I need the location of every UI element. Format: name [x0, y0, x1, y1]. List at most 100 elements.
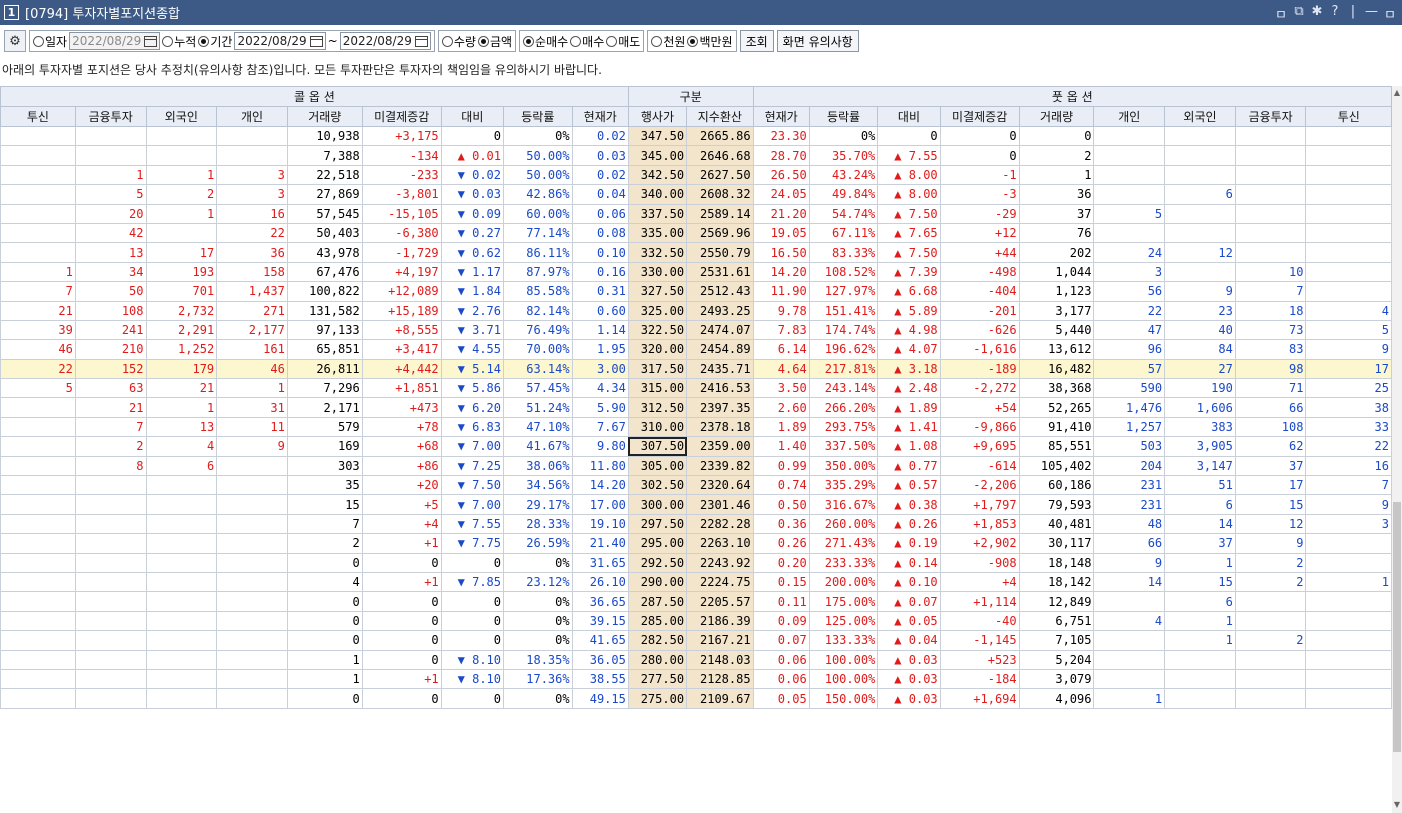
calendar-icon[interactable]: [309, 35, 323, 47]
table-row[interactable]: 0 0 0 0% 41.65 282.50 2167.21 0.07 133.33% ▲ 0.04…: [0, 630, 1392, 651]
table-cell: 47.10%: [503, 416, 573, 438]
table-row[interactable]: 7,388 -134 ▲ 0.01 50.00% 0.03 345.00 2646.68 28…: [0, 145, 1392, 166]
column-header[interactable]: 지수환산: [686, 106, 754, 127]
radio-period[interactable]: 기간: [198, 33, 232, 50]
table-row[interactable]: 10,938 +3,175 0 0% 0.02 347.50 2665.86 23.30 0% 0…: [0, 125, 1392, 147]
table-row[interactable]: 13 17 36 43,978 -1,729 ▼ 0.62 86.11% 0.10 332.50…: [0, 242, 1392, 263]
column-header[interactable]: 개인: [216, 106, 288, 127]
column-header[interactable]: 대비: [877, 106, 941, 127]
radio-amount[interactable]: 금액: [477, 33, 512, 50]
scroll-down-icon[interactable]: ▼: [1392, 800, 1402, 809]
table-row[interactable]: 2 +1 ▼ 7.75 26.59% 21.40 295.00 2263.10 0.26 271…: [0, 533, 1392, 554]
column-header[interactable]: 금융투자: [74, 106, 147, 127]
table-row[interactable]: 39 241 2,291 2,177 97,133 +8,555 ▼ 3.71 76.49% 1…: [0, 319, 1392, 341]
table-cell: 0.11: [752, 591, 810, 612]
radio-buy[interactable]: 매수: [570, 33, 604, 50]
column-header[interactable]: 등락률: [503, 106, 573, 127]
table-cell: 83.33%: [808, 242, 879, 263]
table-row[interactable]: 4 +1 ▼ 7.85 23.12% 26.10 290.00 2224.75 0.15 200…: [0, 571, 1392, 593]
column-header[interactable]: 현재가: [571, 106, 629, 127]
table-row[interactable]: 22 152 179 46 26,811 +4,442 ▼ 5.14 63.14% 3.00 31…: [0, 358, 1392, 380]
column-header[interactable]: 대비: [440, 106, 505, 127]
table-cell: 56: [1093, 281, 1166, 302]
table-row[interactable]: 15 +5 ▼ 7.00 29.17% 17.00 300.00 2301.46 0.50 31…: [0, 494, 1392, 515]
table-row[interactable]: 0 0 0 0% 31.65 292.50 2243.92 0.20 233.33% ▲ 0.14…: [0, 552, 1392, 573]
table-cell: +3,417: [361, 339, 442, 360]
radio-daily[interactable]: 일자: [33, 33, 67, 50]
table-cell: 2435.71: [686, 358, 754, 380]
table-cell: 23: [1164, 300, 1236, 321]
restore-icon[interactable]: ㅁ: [1275, 4, 1287, 23]
screen-notice-button[interactable]: 화면 유의사항: [776, 30, 859, 52]
table-row[interactable]: 1 0 ▼ 8.10 18.35% 36.05 280.00 2148.03 0.06 100.…: [0, 649, 1392, 670]
scrollbar-thumb[interactable]: [1393, 502, 1401, 752]
column-header[interactable]: 투신: [0, 106, 76, 127]
query-button[interactable]: 조회: [739, 30, 774, 52]
vertical-scrollbar[interactable]: ▲ ▼: [1392, 86, 1402, 813]
table-cell: 200.00%: [808, 571, 879, 593]
table-cell: 1,437: [216, 281, 288, 302]
table-row[interactable]: 1 +1 ▼ 8.10 17.36% 38.55 277.50 2128.85 0.06 100…: [0, 668, 1392, 690]
table-row[interactable]: 21 108 2,732 271 131,582 +15,189 ▼ 2.76 82.14% 0…: [0, 300, 1392, 321]
column-header[interactable]: 행사가: [627, 106, 688, 127]
table-row[interactable]: 0 0 0 0% 49.15 275.00 2109.67 0.05 150.00% ▲ 0.03…: [0, 688, 1392, 709]
table-row[interactable]: 5 63 21 1 7,296 +1,851 ▼ 5.86 57.45% 4.34 315.00 2…: [0, 378, 1392, 399]
table-cell: 16: [216, 203, 288, 224]
table-cell: 3,147: [1164, 455, 1236, 477]
radio-net-buy[interactable]: 순매수: [523, 33, 568, 50]
column-header[interactable]: 거래량: [1018, 106, 1095, 127]
scroll-up-icon[interactable]: ▲: [1392, 88, 1402, 97]
radio-cumulative[interactable]: 누적: [162, 33, 196, 50]
radio-sell[interactable]: 매도: [606, 33, 640, 50]
table-cell: 3: [1093, 261, 1166, 283]
column-header[interactable]: 외국인: [1164, 106, 1236, 127]
table-row[interactable]: 0 0 0 0% 39.15 285.00 2186.39 0.09 125.00% ▲ 0.05…: [0, 610, 1392, 632]
table-row[interactable]: 46 210 1,252 161 65,851 +3,417 ▼ 4.55 70.00% 1.9…: [0, 339, 1392, 360]
pin-icon[interactable]: ✱: [1311, 4, 1323, 23]
duplicate-window-icon[interactable]: ⧉: [1293, 4, 1305, 23]
calendar-icon[interactable]: [144, 35, 158, 47]
column-header[interactable]: 현재가: [752, 106, 810, 127]
settings-gear-button[interactable]: ⚙: [4, 30, 26, 52]
table-cell: 1,044: [1018, 261, 1095, 283]
column-header[interactable]: 개인: [1093, 106, 1166, 127]
column-header[interactable]: 미결제증감: [939, 106, 1020, 127]
column-header[interactable]: 금융투자: [1234, 106, 1307, 127]
table-row[interactable]: 42 22 50,403 -6,380 ▼ 0.27 77.14% 0.08 335.00 25…: [0, 222, 1392, 244]
table-cell: 39: [0, 319, 76, 341]
table-row[interactable]: 7 50 701 1,437 100,822 +12,089 ▼ 1.84 85.58% 0.3…: [0, 281, 1392, 302]
column-header[interactable]: 거래량: [286, 106, 363, 127]
table-row[interactable]: 21 1 31 2,171 +473 ▼ 6.20 51.24% 5.90 312.50 2397…: [0, 397, 1392, 418]
table-cell: ▼ 7.00: [440, 436, 505, 457]
table-row[interactable]: 2 4 9 169 +68 ▼ 7.00 41.67% 9.80 307.50 2359.00 1.…: [0, 436, 1392, 457]
table-row[interactable]: 1 34 193 158 67,476 +4,197 ▼ 1.17 87.97% 0.16 330…: [0, 261, 1392, 283]
column-header[interactable]: 등락률: [808, 106, 879, 127]
position-grid[interactable]: 콜 옵 션 구분 풋 옵 션 투신 금융투자 외국인 개인 거래량 미결제증감 대비 등락률 현…: [0, 86, 1392, 813]
radio-thousand-won[interactable]: 천원: [651, 33, 685, 50]
radio-million-won[interactable]: 백만원: [687, 33, 733, 50]
column-header[interactable]: 투신: [1305, 106, 1392, 127]
table-row[interactable]: 8 6 303 +86 ▼ 7.25 38.06% 11.80 305.00 2339.82 0.…: [0, 455, 1392, 477]
maximize-icon[interactable]: ㅁ: [1384, 4, 1396, 23]
help-icon[interactable]: ?: [1329, 4, 1341, 23]
date-to-input[interactable]: 2022/08/29: [339, 32, 431, 50]
calendar-icon[interactable]: [414, 35, 428, 47]
table-cell: 18,148: [1018, 552, 1095, 573]
table-row[interactable]: 0 0 0 0% 36.65 287.50 2205.57 0.11 175.00% ▲ 0.07…: [0, 591, 1392, 612]
column-header[interactable]: 외국인: [145, 106, 218, 127]
column-header[interactable]: 미결제증감: [361, 106, 442, 127]
radio-quantity[interactable]: 수량: [441, 33, 476, 50]
table-row[interactable]: 1 1 3 22,518 -233 ▼ 0.02 50.00% 0.02 342.50 2627.…: [0, 164, 1392, 186]
table-cell: ▲ 0.38: [877, 494, 941, 515]
table-cell: [74, 125, 147, 147]
date-daily-input[interactable]: 2022/08/29: [69, 32, 161, 50]
table-row[interactable]: 7 13 11 579 +78 ▼ 6.83 47.10% 7.67 310.00 2378.18…: [0, 416, 1392, 438]
table-row[interactable]: 20 1 16 57,545 -15,105 ▼ 0.09 60.00% 0.06 337.50…: [0, 203, 1392, 224]
minimize-icon[interactable]: —: [1365, 4, 1378, 23]
table-row[interactable]: 5 2 3 27,869 -3,801 ▼ 0.03 42.86% 0.04 340.00 260…: [0, 184, 1392, 205]
table-row[interactable]: 7 +4 ▼ 7.55 28.33% 19.10 297.50 2282.28 0.36 260…: [0, 513, 1392, 535]
table-cell: 46: [0, 339, 76, 360]
table-cell: 0.06: [571, 203, 629, 224]
date-from-input[interactable]: 2022/08/29: [234, 32, 326, 50]
table-row[interactable]: 35 +20 ▼ 7.50 34.56% 14.20 302.50 2320.64 0.74 3…: [0, 475, 1392, 496]
